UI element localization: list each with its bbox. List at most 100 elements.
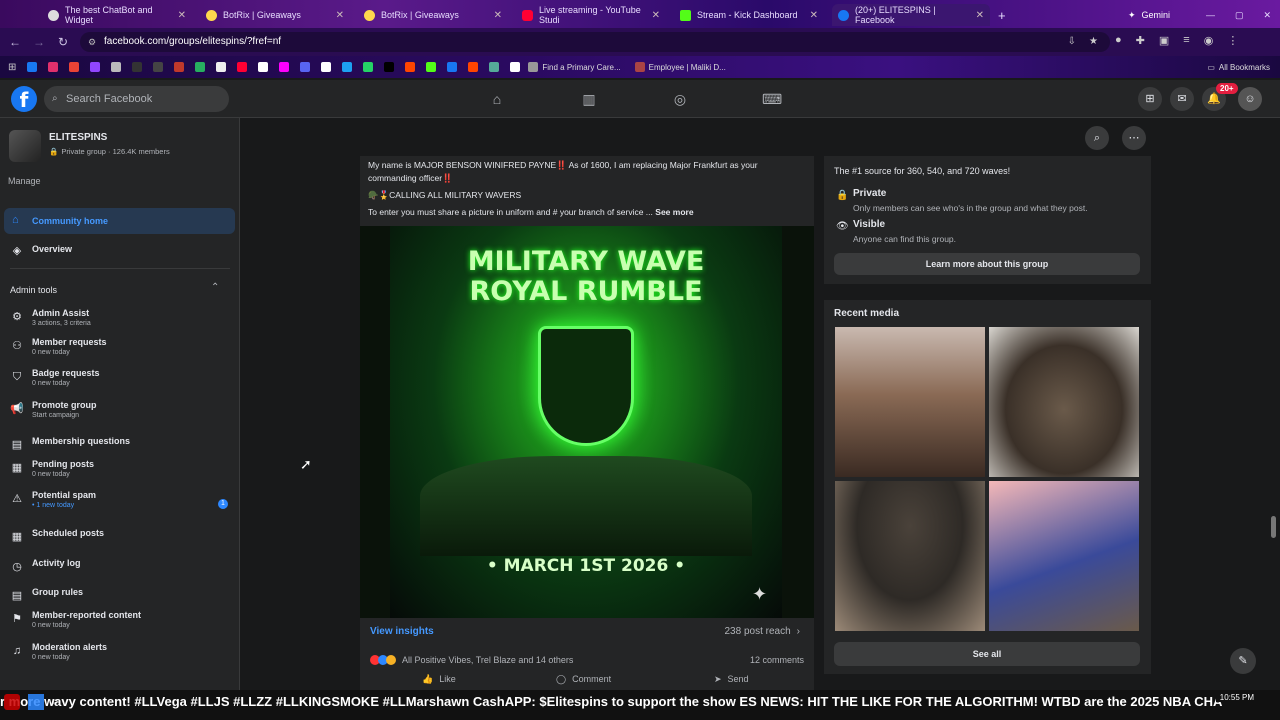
bookmark-icon[interactable] [405, 62, 416, 72]
gaming-icon[interactable]: ⌨ [762, 89, 782, 109]
media-photo[interactable] [835, 481, 985, 631]
bookmark-linkedin-icon[interactable] [510, 62, 521, 72]
bookmark-icon[interactable] [363, 62, 374, 72]
groups-icon[interactable]: ◎ [670, 89, 690, 109]
facebook-logo-icon[interactable]: f [11, 86, 37, 112]
bookmark-icon[interactable] [153, 62, 164, 72]
bookmark-icon[interactable] [321, 62, 332, 72]
bookmark-gmail-icon[interactable] [69, 62, 80, 72]
menu-dots-icon[interactable]: ⋮ [1227, 34, 1238, 47]
bookmark-twitch-icon[interactable] [90, 62, 101, 72]
sidebar-item-activity-log[interactable]: ◷ Activity log [10, 558, 235, 584]
home-icon[interactable]: ⌂ [487, 89, 507, 109]
tab-botrix-1[interactable]: BotRix | Giveaways ✕ [200, 4, 350, 26]
post-reach[interactable]: 238 post reach › [724, 626, 800, 637]
stats-icon[interactable]: ▥ [579, 89, 599, 109]
comment-button[interactable]: ◯ Comment [556, 674, 611, 685]
compose-icon[interactable]: ✎ [1230, 648, 1256, 674]
close-tab-icon[interactable]: ✕ [652, 10, 660, 21]
media-photo[interactable] [989, 327, 1139, 477]
learn-more-button[interactable]: Learn more about this group [834, 253, 1140, 275]
comments-count[interactable]: 12 comments [750, 655, 804, 665]
reload-icon[interactable]: ↻ [54, 33, 72, 51]
apps-grid-icon[interactable]: ⊞ [8, 62, 16, 73]
chevron-up-icon[interactable]: ⌃ [211, 282, 219, 293]
more-options-icon[interactable]: ⋯ [1122, 126, 1146, 150]
group-name[interactable]: ELITESPINS [49, 132, 107, 143]
tab-kick-dashboard[interactable]: Stream - Kick Dashboard ✕ [674, 4, 824, 26]
minimize-icon[interactable]: — [1206, 10, 1215, 20]
bookmark-icon[interactable] [195, 62, 206, 72]
windows-start-icon[interactable] [28, 694, 44, 710]
group-avatar[interactable] [9, 130, 41, 162]
gemini-button[interactable]: ✦ Gemini [1122, 4, 1202, 26]
sidebar-item-member-requests[interactable]: ⚇ Member requests 0 new today [10, 337, 235, 363]
media-icon[interactable]: ≡ [1183, 34, 1189, 47]
see-all-button[interactable]: See all [834, 642, 1140, 666]
messenger-icon[interactable]: ✉ [1170, 87, 1194, 111]
like-button[interactable]: 👍 Like [422, 674, 456, 685]
bookmark-discord-icon[interactable] [300, 62, 311, 72]
bookmark-tiktok-icon[interactable] [384, 62, 395, 72]
media-photo[interactable] [835, 327, 985, 477]
bookmark-reddit-icon[interactable] [468, 62, 479, 72]
bookmark-employee[interactable]: Employee | Maliki D... [634, 62, 726, 72]
puzzle-icon[interactable]: ✚ [1136, 34, 1145, 47]
community-home-item[interactable]: ⌂ Community home [4, 208, 235, 234]
close-tab-icon[interactable]: ✕ [976, 10, 984, 21]
bookmark-icon[interactable] [279, 62, 290, 72]
close-tab-icon[interactable]: ✕ [810, 10, 818, 21]
media-photo[interactable] [989, 481, 1139, 631]
sidebar-item-moderation-alerts[interactable]: ♫ Moderation alerts 0 new today [10, 642, 235, 668]
sidebar-item-badge-requests[interactable]: ⛉ Badge requests 0 new today [10, 368, 235, 394]
scrollbar-thumb[interactable] [1271, 516, 1276, 538]
extension-icon[interactable]: ● [1115, 34, 1122, 47]
app-icon[interactable] [4, 694, 20, 710]
bookmark-youtube-icon[interactable] [237, 62, 248, 72]
bookmark-find-care[interactable]: Find a Primary Care... [528, 62, 621, 72]
group-search-icon[interactable]: ⌕ [1085, 126, 1109, 150]
sidebar-item-scheduled-posts[interactable]: ▦ Scheduled posts [10, 528, 235, 554]
bookmark-icon[interactable] [258, 62, 269, 72]
search-input[interactable]: ⌕ Search Facebook [44, 86, 229, 112]
forward-icon[interactable]: → [30, 33, 48, 51]
sidebar-item-admin-assist[interactable]: ⚙ Admin Assist 3 actions, 3 criteria [10, 308, 235, 334]
bookmark-icon[interactable] [342, 62, 353, 72]
sidebar-item-pending-posts[interactable]: ▦ Pending posts 0 new today [10, 459, 235, 485]
bookmark-icon[interactable] [111, 62, 122, 72]
avatar[interactable]: ☺ [1238, 87, 1262, 111]
bookmark-icon[interactable] [489, 62, 500, 72]
search-icon[interactable]: ⌕ [52, 694, 68, 710]
maximize-icon[interactable]: ▢ [1235, 10, 1244, 21]
profile-icon[interactable]: ◉ [1204, 34, 1214, 47]
bookmark-instagram-icon[interactable] [48, 62, 59, 72]
tab-youtube-studio[interactable]: Live streaming - YouTube Studi ✕ [516, 4, 666, 26]
reactions-summary[interactable]: All Positive Vibes, Trel Blaze and 14 ot… [370, 655, 573, 665]
all-bookmarks[interactable]: ▭ All Bookmarks [1207, 63, 1270, 72]
cast-icon[interactable]: ▣ [1159, 34, 1169, 47]
sidebar-item-member-reported[interactable]: ⚑ Member-reported content 0 new today [10, 610, 235, 636]
menu-grid-icon[interactable]: ⊞ [1138, 87, 1162, 111]
bookmark-icon[interactable] [216, 62, 227, 72]
close-window-icon[interactable]: ✕ [1264, 10, 1272, 21]
sidebar-item-potential-spam[interactable]: ⚠ Potential spam • 1 new today [10, 490, 235, 516]
see-more-link[interactable]: See more [655, 207, 693, 217]
close-tab-icon[interactable]: ✕ [494, 10, 502, 21]
bookmark-icon[interactable] [132, 62, 143, 72]
bookmark-kick-icon[interactable] [426, 62, 437, 72]
close-tab-icon[interactable]: ✕ [178, 10, 186, 21]
send-button[interactable]: ➤ Send [714, 674, 749, 685]
view-insights-link[interactable]: View insights [370, 626, 434, 637]
close-tab-icon[interactable]: ✕ [336, 10, 344, 21]
post-image[interactable]: MILITARY WAVE ROYAL RUMBLE • MARCH 1ST 2… [360, 226, 814, 618]
bookmark-star-icon[interactable]: ★ [1089, 32, 1098, 52]
bookmark-facebook-icon[interactable] [27, 62, 38, 72]
bookmark-icon[interactable] [447, 62, 458, 72]
install-icon[interactable]: ⇩ [1068, 32, 1076, 52]
address-bar[interactable]: ⚙ facebook.com/groups/elitespins/?fref=n… [80, 32, 1110, 52]
tab-botrix-2[interactable]: BotRix | Giveaways ✕ [358, 4, 508, 26]
overview-item[interactable]: ◈ Overview [10, 242, 235, 268]
site-info-icon[interactable]: ⚙ [88, 32, 96, 52]
new-tab-button[interactable]: + [992, 4, 1012, 26]
bookmark-icon[interactable] [174, 62, 185, 72]
